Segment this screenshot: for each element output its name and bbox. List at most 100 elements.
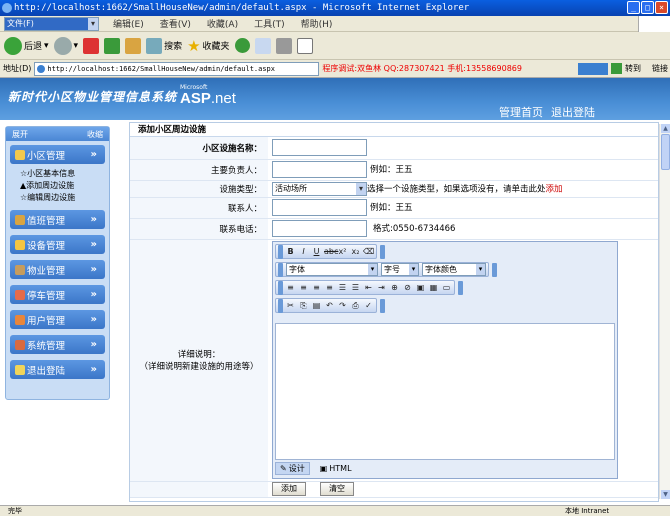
cut-icon[interactable]: ✂ — [285, 300, 296, 311]
parking-icon — [15, 289, 25, 300]
html-icon: ▣ — [319, 464, 328, 473]
strike-button[interactable]: abc — [324, 246, 338, 257]
sidebar-expand[interactable]: 展开 — [12, 129, 28, 140]
eraser-icon[interactable]: ⌫ — [363, 246, 374, 257]
justify-icon[interactable]: ≡ — [324, 282, 335, 293]
menu-view[interactable]: 查看(V) — [158, 17, 193, 30]
menu-edit[interactable]: 编辑(E) — [111, 17, 146, 30]
community-icon — [15, 149, 25, 160]
status-bar: 完毕 本地 Intranet — [0, 505, 670, 516]
person-label: 主要负责人： — [130, 159, 268, 181]
sidebar-item-property[interactable]: 物业管理» — [10, 260, 105, 279]
home-icon[interactable] — [125, 37, 142, 54]
outdent-icon[interactable]: ⇤ — [363, 282, 374, 293]
sidebar-item-logout[interactable]: 退出登陆» — [10, 360, 105, 379]
sidebar-item-system[interactable]: 系统管理» — [10, 335, 105, 354]
sidebar-item-community[interactable]: 小区管理» — [10, 145, 105, 164]
paste-icon[interactable]: ▤ — [311, 300, 322, 311]
edit-toolbar: ✂ ⎘ ▤ ↶ ↷ ⎙ ✓ — [275, 298, 377, 313]
italic-button[interactable]: I — [298, 246, 309, 257]
address-input[interactable]: http://localhost:1662/SmallHouseNew/admi… — [34, 61, 320, 76]
maximize-button[interactable]: □ — [641, 1, 654, 14]
refresh-icon[interactable] — [104, 37, 121, 54]
facility-name-input[interactable] — [272, 139, 367, 157]
align-right-icon[interactable]: ≡ — [311, 282, 322, 293]
content-panel: 添加小区周边设施 小区设施名称： 主要负责人： 例如：王五 设施类型： 活动场所选择… — [129, 122, 659, 502]
scroll-thumb[interactable] — [661, 134, 670, 170]
print-icon[interactable]: ⎙ — [350, 300, 361, 311]
ordered-list-icon[interactable]: ☰ — [337, 282, 348, 293]
sidebar-item-users[interactable]: 用户管理» — [10, 310, 105, 329]
design-tab[interactable]: ✎ 设计 — [275, 462, 310, 475]
sidebar-item-parking[interactable]: 停车管理» — [10, 285, 105, 304]
window-titlebar: http://localhost:1662/SmallHouseNew/admi… — [0, 0, 670, 16]
type-select[interactable]: 活动场所 — [272, 181, 367, 196]
sublink-edit-facility[interactable]: ☆编辑周边设施 — [20, 192, 109, 204]
html-tab[interactable]: ▣ HTML — [316, 464, 356, 473]
align-left-icon[interactable]: ≡ — [285, 282, 296, 293]
ie-logo-icon — [2, 3, 12, 13]
stop-icon[interactable] — [83, 37, 100, 54]
table-icon[interactable]: ▦ — [428, 282, 439, 293]
rule-icon[interactable]: ▭ — [441, 282, 452, 293]
scroll-down-icon[interactable]: ▼ — [661, 490, 670, 499]
go-button[interactable]: 转到 — [625, 63, 641, 74]
sublink-community-info[interactable]: ☆小区基本信息 — [20, 168, 109, 180]
phone-example: 格式:0550-6734466 — [373, 224, 456, 234]
menu-favorites[interactable]: 收藏(A) — [205, 17, 240, 30]
image-icon[interactable]: ▣ — [415, 282, 426, 293]
indent-icon[interactable]: ⇥ — [376, 282, 387, 293]
editor-content-area[interactable] — [275, 323, 615, 460]
search-button[interactable]: 搜索 — [146, 37, 182, 54]
links-label[interactable]: 链接 — [652, 63, 668, 74]
forward-button[interactable]: ▾ — [53, 36, 78, 55]
page-scrollbar[interactable]: ▲ ▼ — [659, 124, 670, 499]
menu-help[interactable]: 帮助(H) — [299, 17, 335, 30]
edit-icon[interactable] — [296, 37, 313, 54]
bold-button[interactable]: B — [285, 246, 296, 257]
submit-button[interactable]: 添加 — [272, 482, 306, 496]
forward-arrow-icon — [53, 36, 72, 55]
chevron-icon: » — [90, 214, 97, 225]
link-icon[interactable]: ⊕ — [389, 282, 400, 293]
minimize-button[interactable]: _ — [627, 1, 640, 14]
back-button[interactable]: 后退 ▾ — [4, 36, 49, 55]
spellcheck-icon[interactable]: ✓ — [363, 300, 374, 311]
facility-form: 小区设施名称： 主要负责人： 例如：王五 设施类型： 活动场所选择一个设施类型，如果… — [130, 137, 658, 498]
add-type-link[interactable]: 添加 — [546, 184, 563, 194]
font-color-select[interactable]: 字体颜色 — [422, 263, 486, 276]
copy-icon[interactable]: ⎘ — [298, 300, 309, 311]
subscript-button[interactable]: x₂ — [350, 246, 361, 257]
font-name-select[interactable]: 字体 — [286, 263, 378, 276]
contact-input[interactable] — [272, 199, 367, 216]
sidebar-item-duty[interactable]: 值班管理» — [10, 210, 105, 229]
favorites-button[interactable]: ★ 收藏夹 — [187, 37, 229, 55]
bullet-list-icon[interactable]: ☰ — [350, 282, 361, 293]
underline-button[interactable]: U — [311, 246, 322, 257]
desc-sublabel: （详细说明新建设施的用途等） — [139, 362, 259, 372]
font-size-select[interactable]: 字号 — [381, 263, 419, 276]
nav-logout-link[interactable]: 退出登陆 — [551, 104, 595, 120]
sidebar-item-equipment[interactable]: 设备管理» — [10, 235, 105, 254]
menu-file[interactable]: 文件(F) — [4, 16, 99, 31]
star-icon: ★ — [187, 36, 201, 55]
print-icon[interactable] — [275, 37, 292, 54]
chevron-icon: » — [90, 364, 97, 375]
close-button[interactable]: × — [655, 1, 668, 14]
unlink-icon[interactable]: ⊘ — [402, 282, 413, 293]
media-icon[interactable] — [234, 38, 250, 53]
align-center-icon[interactable]: ≡ — [298, 282, 309, 293]
nav-home-link[interactable]: 管理首页 — [499, 104, 543, 120]
superscript-button[interactable]: x² — [337, 246, 348, 257]
person-input[interactable] — [272, 161, 367, 178]
undo-icon[interactable]: ↶ — [324, 300, 335, 311]
mail-icon[interactable] — [254, 37, 271, 54]
phone-input[interactable] — [272, 220, 367, 237]
scroll-up-icon[interactable]: ▲ — [661, 124, 670, 133]
reset-button[interactable]: 清空 — [320, 482, 354, 496]
menu-tools[interactable]: 工具(T) — [252, 17, 287, 30]
sublink-add-facility[interactable]: ▲添加周边设施 — [20, 180, 109, 192]
sidebar-collapse[interactable]: 收缩 — [87, 129, 103, 140]
address-dropdown-icon[interactable] — [578, 62, 608, 75]
redo-icon[interactable]: ↷ — [337, 300, 348, 311]
